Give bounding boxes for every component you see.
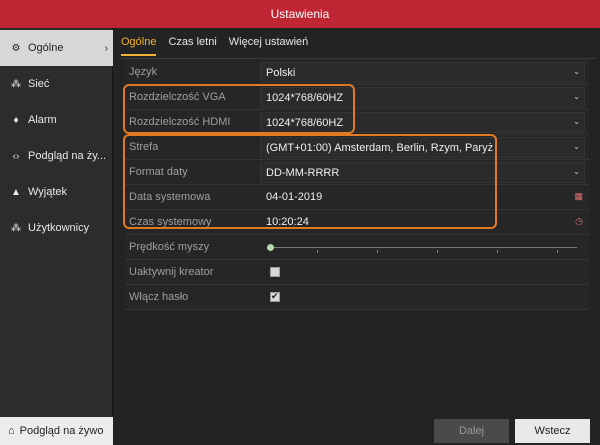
sidebar-item-users[interactable]: ⁂ Użytkownicy xyxy=(0,210,113,246)
system-time-row: Czas systemowy 10:20:24 ◷ xyxy=(125,210,589,235)
chevron-down-icon: ⌄ xyxy=(573,92,580,101)
mouse-speed-slider[interactable] xyxy=(267,247,577,248)
tab-daylight-saving[interactable]: Czas letni xyxy=(168,36,216,56)
wizard-checkbox[interactable] xyxy=(270,267,280,277)
date-format-label: Format daty xyxy=(129,166,188,178)
password-label: Włącz hasło xyxy=(129,291,189,303)
alarm-icon: ♦ xyxy=(13,114,19,126)
next-button[interactable]: Dalej xyxy=(434,419,509,443)
sidebar-item-label: Podgląd na ży... xyxy=(28,150,107,162)
timezone-value: (GMT+01:00) Amsterdam, Berlin, Rzym, Par… xyxy=(266,142,494,154)
wizard-label: Uaktywnij kreator xyxy=(129,266,214,278)
timezone-row: Strefa (GMT+01:00) Amsterdam, Berlin, Rz… xyxy=(125,135,589,160)
language-row: Język Polski ⌄ xyxy=(125,60,589,85)
system-date-row: Data systemowa 04-01-2019 ▦ xyxy=(125,185,589,210)
system-time-value[interactable]: 10:20:24 xyxy=(266,210,309,235)
wizard-row: Uaktywnij kreator xyxy=(125,260,589,285)
chevron-down-icon: ⌄ xyxy=(573,117,580,126)
hdmi-resolution-select[interactable]: 1024*768/60HZ ⌄ xyxy=(260,112,585,133)
sidebar-item-label: Sieć xyxy=(28,78,50,90)
window-title: Ustawienia xyxy=(0,0,600,28)
hdmi-resolution-label: Rozdzielczość HDMI xyxy=(129,116,231,128)
mouse-speed-row: Prędkość myszy xyxy=(125,235,589,260)
sidebar-item-general[interactable]: ⚙ Ogólne › xyxy=(0,30,113,66)
chevron-right-icon: › xyxy=(104,42,108,54)
chevron-down-icon: ⌄ xyxy=(573,67,580,76)
clock-icon[interactable]: ◷ xyxy=(575,216,583,227)
vga-resolution-value: 1024*768/60HZ xyxy=(266,92,344,104)
timezone-label: Strefa xyxy=(129,141,159,153)
live-view-button[interactable]: ⌂ Podgląd na żywo xyxy=(0,417,113,445)
vga-resolution-select[interactable]: 1024*768/60HZ ⌄ xyxy=(260,87,585,108)
language-select[interactable]: Polski ⌄ xyxy=(260,62,585,83)
chevron-down-icon: ⌄ xyxy=(573,142,580,151)
slider-tick xyxy=(497,250,498,253)
preview-icon: ‹› xyxy=(12,150,20,162)
date-format-row: Format daty DD-MM-RRRR ⌄ xyxy=(125,160,589,185)
calendar-icon[interactable]: ▦ xyxy=(574,191,583,202)
hdmi-resolution-value: 1024*768/60HZ xyxy=(266,117,344,129)
settings-panel: Ogólne Czas letni Więcej ustawień Język … xyxy=(113,28,600,445)
slider-tick xyxy=(317,250,318,253)
system-date-label: Data systemowa xyxy=(129,191,211,203)
sidebar-item-network[interactable]: ⁂ Sieć xyxy=(0,66,113,102)
sidebar: ⚙ Ogólne › ⁂ Sieć ♦ Alarm ‹› Podgląd na … xyxy=(0,28,113,445)
gear-icon: ⚙ xyxy=(11,42,21,54)
sidebar-item-alarm[interactable]: ♦ Alarm xyxy=(0,102,113,138)
tab-general[interactable]: Ogólne xyxy=(121,36,157,56)
chevron-down-icon: ⌄ xyxy=(573,167,580,176)
warning-icon: ▲ xyxy=(11,186,21,198)
slider-tick xyxy=(437,250,438,253)
language-value: Polski xyxy=(266,67,296,79)
sidebar-item-label: Ogólne xyxy=(28,42,64,54)
language-label: Język xyxy=(129,66,158,78)
network-icon: ⁂ xyxy=(11,78,21,90)
hdmi-resolution-row: Rozdzielczość HDMI 1024*768/60HZ ⌄ xyxy=(125,110,589,135)
password-row: Włącz hasło xyxy=(125,285,589,310)
password-checkbox[interactable] xyxy=(270,291,280,302)
back-button[interactable]: Wstecz xyxy=(515,419,590,443)
vga-resolution-label: Rozdzielczość VGA xyxy=(129,91,226,103)
system-time-label: Czas systemowy xyxy=(129,216,212,228)
tab-more-settings[interactable]: Więcej ustawień xyxy=(229,36,308,56)
vga-resolution-row: Rozdzielczość VGA 1024*768/60HZ ⌄ xyxy=(125,85,589,110)
timezone-select[interactable]: (GMT+01:00) Amsterdam, Berlin, Rzym, Par… xyxy=(260,137,585,158)
sidebar-item-exception[interactable]: ▲ Wyjątek xyxy=(0,174,113,210)
slider-tick xyxy=(557,250,558,253)
sidebar-item-label: Alarm xyxy=(28,114,57,126)
slider-tick xyxy=(377,250,378,253)
tab-divider xyxy=(121,58,596,59)
date-format-select[interactable]: DD-MM-RRRR ⌄ xyxy=(260,162,585,183)
sidebar-item-label: Użytkownicy xyxy=(28,222,90,234)
sidebar-item-live-view[interactable]: ‹› Podgląd na ży... xyxy=(0,138,113,174)
home-icon: ⌂ xyxy=(8,425,15,437)
sidebar-item-label: Wyjątek xyxy=(28,186,68,198)
tab-bar: Ogólne Czas letni Więcej ustawień xyxy=(121,36,320,56)
mouse-speed-slider-handle[interactable] xyxy=(267,244,274,251)
users-icon: ⁂ xyxy=(11,222,21,234)
live-view-label: Podgląd na żywo xyxy=(19,425,104,437)
mouse-speed-label: Prędkość myszy xyxy=(129,241,210,253)
system-date-value[interactable]: 04-01-2019 xyxy=(266,185,322,210)
date-format-value: DD-MM-RRRR xyxy=(266,167,340,179)
